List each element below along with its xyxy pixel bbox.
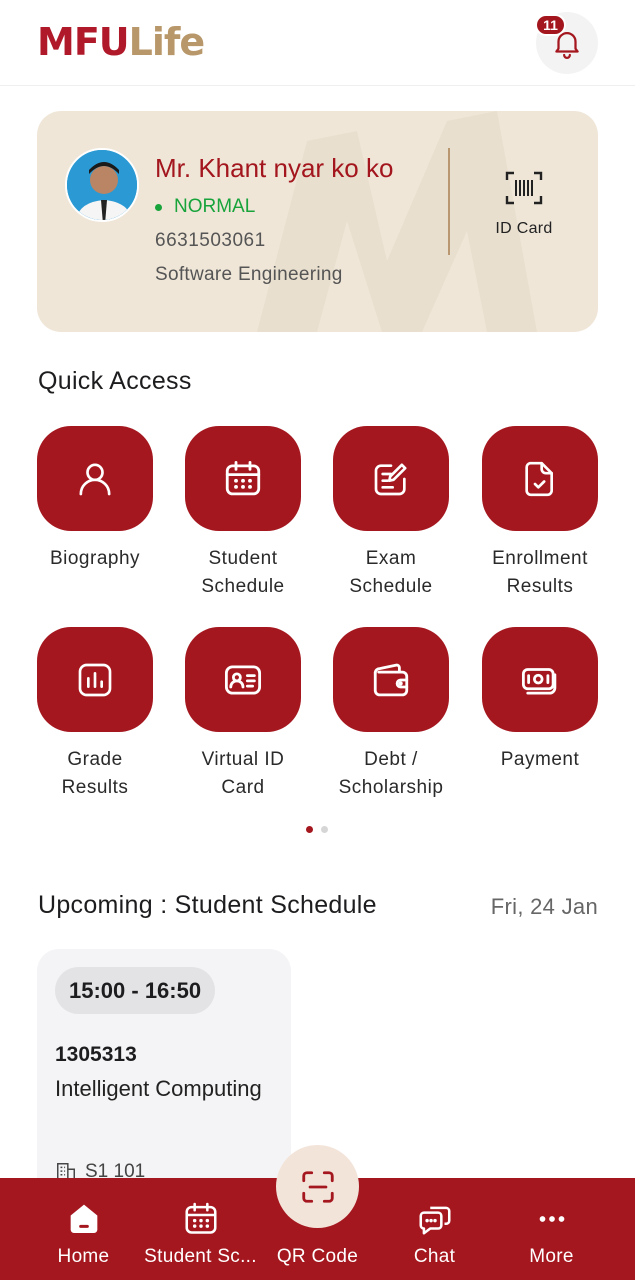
user-icon [79, 463, 111, 495]
home-icon [70, 1204, 97, 1233]
quick-access-enrollment-results[interactable]: Enrollment Results [466, 426, 614, 601]
quick-access-payment[interactable]: Payment [466, 627, 614, 774]
notification-badge: 11 [535, 14, 566, 36]
enrollment-results-label: Enrollment Results [492, 548, 588, 597]
student-id: 6631503061 [155, 230, 266, 251]
quick-access-title: Quick Access [38, 367, 192, 395]
student-schedule-label: Student Schedule [201, 548, 285, 597]
quick-access-exam-schedule[interactable]: Exam Schedule [317, 426, 465, 601]
quick-access-debt-scholarship[interactable]: Debt / Scholarship [317, 627, 465, 802]
more-icon [539, 1216, 564, 1222]
biography-label: Biography [49, 548, 141, 569]
grade-results-label: Grade Results [61, 749, 129, 798]
document-check-icon [525, 461, 553, 496]
exam-schedule-tile[interactable] [333, 426, 449, 531]
id-card-label: ID Card [495, 220, 553, 237]
payment-label: Payment [500, 749, 580, 770]
calendar-icon [225, 460, 261, 495]
card-divider [448, 148, 450, 255]
edit-note-icon [374, 463, 407, 495]
quick-access-pager[interactable] [306, 826, 328, 833]
quick-access-biography[interactable]: Biography [21, 426, 169, 573]
id-card-button[interactable]: ID Card [477, 171, 571, 238]
exam-schedule-label: Exam Schedule [349, 548, 433, 597]
qr-code-fab[interactable] [276, 1145, 359, 1228]
status-dot-icon [155, 203, 162, 211]
nav-home-label: Home [57, 1246, 110, 1267]
debt-scholarship-tile[interactable] [333, 627, 449, 732]
money-icon [521, 667, 557, 695]
barcode-icon [505, 171, 543, 205]
student-major: Software Engineering [155, 264, 343, 285]
student-name: Mr. Khant nyar ko ko [155, 153, 394, 183]
nav-qr-code-label: QR Code [276, 1246, 359, 1267]
grade-results-tile[interactable] [37, 627, 153, 732]
quick-access-virtual-id-card[interactable]: Virtual ID Card [169, 627, 317, 802]
status-text: NORMAL [174, 196, 256, 217]
bar-chart-icon [78, 663, 112, 696]
virtual-id-card-label: Virtual ID Card [201, 749, 285, 798]
time-badge: 15:00 - 16:50 [55, 967, 216, 1014]
upcoming-date: Fri, 24 Jan [490, 894, 598, 919]
virtual-id-card-tile[interactable] [185, 627, 301, 732]
enrollment-results-tile[interactable] [482, 426, 598, 531]
chat-icon [418, 1206, 451, 1235]
qr-scan-icon [301, 1170, 334, 1203]
payment-tile[interactable] [482, 627, 598, 732]
nav-home[interactable]: Home [20, 1178, 147, 1280]
quick-access-grade-results[interactable]: Grade Results [21, 627, 169, 802]
nav-student-schedule-label: Student Sc... [144, 1246, 257, 1267]
nav-student-schedule[interactable]: Student Sc... [137, 1178, 264, 1280]
nav-chat-label: Chat [413, 1246, 456, 1267]
quick-access-student-schedule[interactable]: Student Schedule [169, 426, 317, 601]
pager-dot-active[interactable] [306, 826, 313, 833]
debt-scholarship-label: Debt / Scholarship [338, 749, 444, 798]
wallet-icon [373, 663, 409, 696]
student-schedule-tile[interactable] [185, 426, 301, 531]
avatar [65, 148, 139, 222]
biography-tile[interactable] [37, 426, 153, 531]
nav-chat[interactable]: Chat [371, 1178, 498, 1280]
schedule-card[interactable]: 15:00 - 16:50 1305313 Intelligent Comput… [37, 949, 291, 1209]
pager-dot[interactable] [321, 826, 328, 833]
course-code: 1305313 [55, 1043, 137, 1066]
upcoming-title: Upcoming : Student Schedule [38, 891, 377, 919]
calendar-icon [184, 1202, 217, 1234]
profile-card: Mr. Khant nyar ko ko NORMAL 6631503061 S… [37, 111, 598, 332]
nav-more-label: More [529, 1246, 574, 1267]
app-header: MFULife 11 [0, 0, 635, 86]
course-name: Intelligent Computing [55, 1076, 262, 1101]
id-card-icon [224, 664, 262, 695]
student-status: NORMAL [155, 196, 255, 218]
mfu-life-logo: MFULife [37, 20, 205, 64]
nav-more[interactable]: More [488, 1178, 615, 1280]
